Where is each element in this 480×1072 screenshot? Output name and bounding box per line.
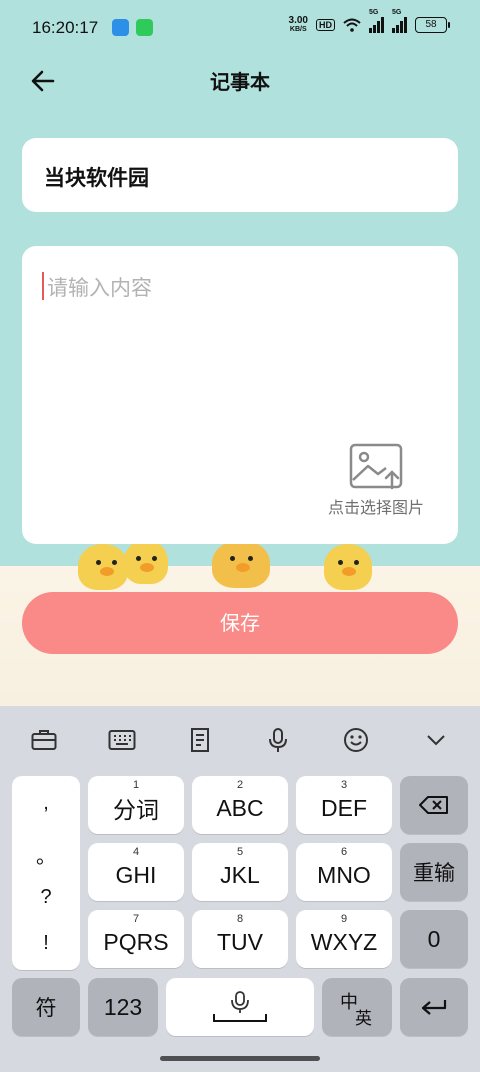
page-title: 记事本 — [210, 70, 270, 94]
symbol-key[interactable]: 符 — [12, 978, 80, 1036]
home-indicator[interactable] — [160, 1056, 320, 1061]
emoji-icon[interactable] — [342, 726, 370, 754]
backspace-icon — [419, 796, 448, 814]
punct-key[interactable]: ! — [12, 932, 80, 955]
microphone-icon[interactable] — [264, 726, 292, 754]
text-cursor — [42, 272, 44, 300]
key-5[interactable]: 5 JKL — [192, 843, 288, 901]
enter-icon — [421, 1000, 447, 1015]
key-3[interactable]: 3 DEF — [296, 776, 392, 834]
status-bar: 16:20:17 3.00 KB/S HD 5G 5G 58 — [0, 0, 480, 54]
status-time: 16:20:17 — [32, 18, 99, 37]
punctuation-column[interactable]: , 。 ? ! — [12, 776, 80, 970]
numeric-key[interactable]: 123 — [88, 978, 158, 1036]
punct-key[interactable]: 。 — [12, 840, 80, 869]
note-title-field[interactable]: 当块软件园 — [22, 138, 458, 212]
reenter-key[interactable]: 重输 — [400, 843, 468, 901]
wifi-icon — [343, 18, 361, 32]
punct-key[interactable]: , — [12, 792, 80, 815]
note-title-text: 当块软件园 — [44, 166, 149, 190]
note-content-field[interactable]: 请输入内容 点击选择图片 — [22, 246, 458, 544]
notification-app-icon — [112, 19, 129, 36]
save-button[interactable]: 保存 — [22, 592, 458, 654]
toolbox-icon[interactable] — [30, 726, 58, 754]
battery-icon: 58 — [415, 17, 450, 33]
signal-5g-icon: 5G — [392, 9, 407, 33]
hd-badge: HD — [316, 19, 335, 31]
content-placeholder: 请输入内容 — [47, 276, 152, 300]
key-6[interactable]: 6 MNO — [296, 843, 392, 901]
notification-phone-icon — [136, 19, 153, 36]
key-8[interactable]: 8 TUV — [192, 910, 288, 968]
signal-5g-icon: 5G — [369, 9, 384, 33]
zero-key[interactable]: 0 — [400, 910, 468, 968]
backspace-key[interactable] — [400, 776, 468, 834]
space-key[interactable] — [166, 978, 314, 1036]
keyboard-toolbar — [0, 706, 480, 772]
key-7[interactable]: 7 PQRS — [88, 910, 184, 968]
image-upload-icon — [349, 443, 403, 490]
key-9[interactable]: 9 WXYZ — [296, 910, 392, 968]
clipboard-icon[interactable] — [186, 726, 214, 754]
key-1[interactable]: 1 分词 — [88, 776, 184, 834]
punct-key[interactable]: ? — [12, 886, 80, 909]
space-mic-icon — [213, 991, 267, 1022]
chevron-down-icon[interactable] — [422, 726, 450, 754]
ime-keyboard: , 。 ? ! 1 分词 2 ABC 3 DEF 4 GHI 5 JKL 6 MNO 重输 … — [0, 706, 480, 1072]
enter-key[interactable] — [400, 978, 468, 1036]
image-picker-button[interactable]: 点击选择图片 — [316, 442, 436, 518]
lang-en-label: 英 — [355, 1009, 372, 1028]
language-switch-key[interactable]: 中 英 — [322, 978, 392, 1036]
key-2[interactable]: 2 ABC — [192, 776, 288, 834]
network-speed: 3.00 KB/S — [288, 15, 308, 34]
image-picker-label: 点击选择图片 — [327, 498, 424, 517]
key-4[interactable]: 4 GHI — [88, 843, 184, 901]
keyboard-icon[interactable] — [108, 726, 136, 754]
